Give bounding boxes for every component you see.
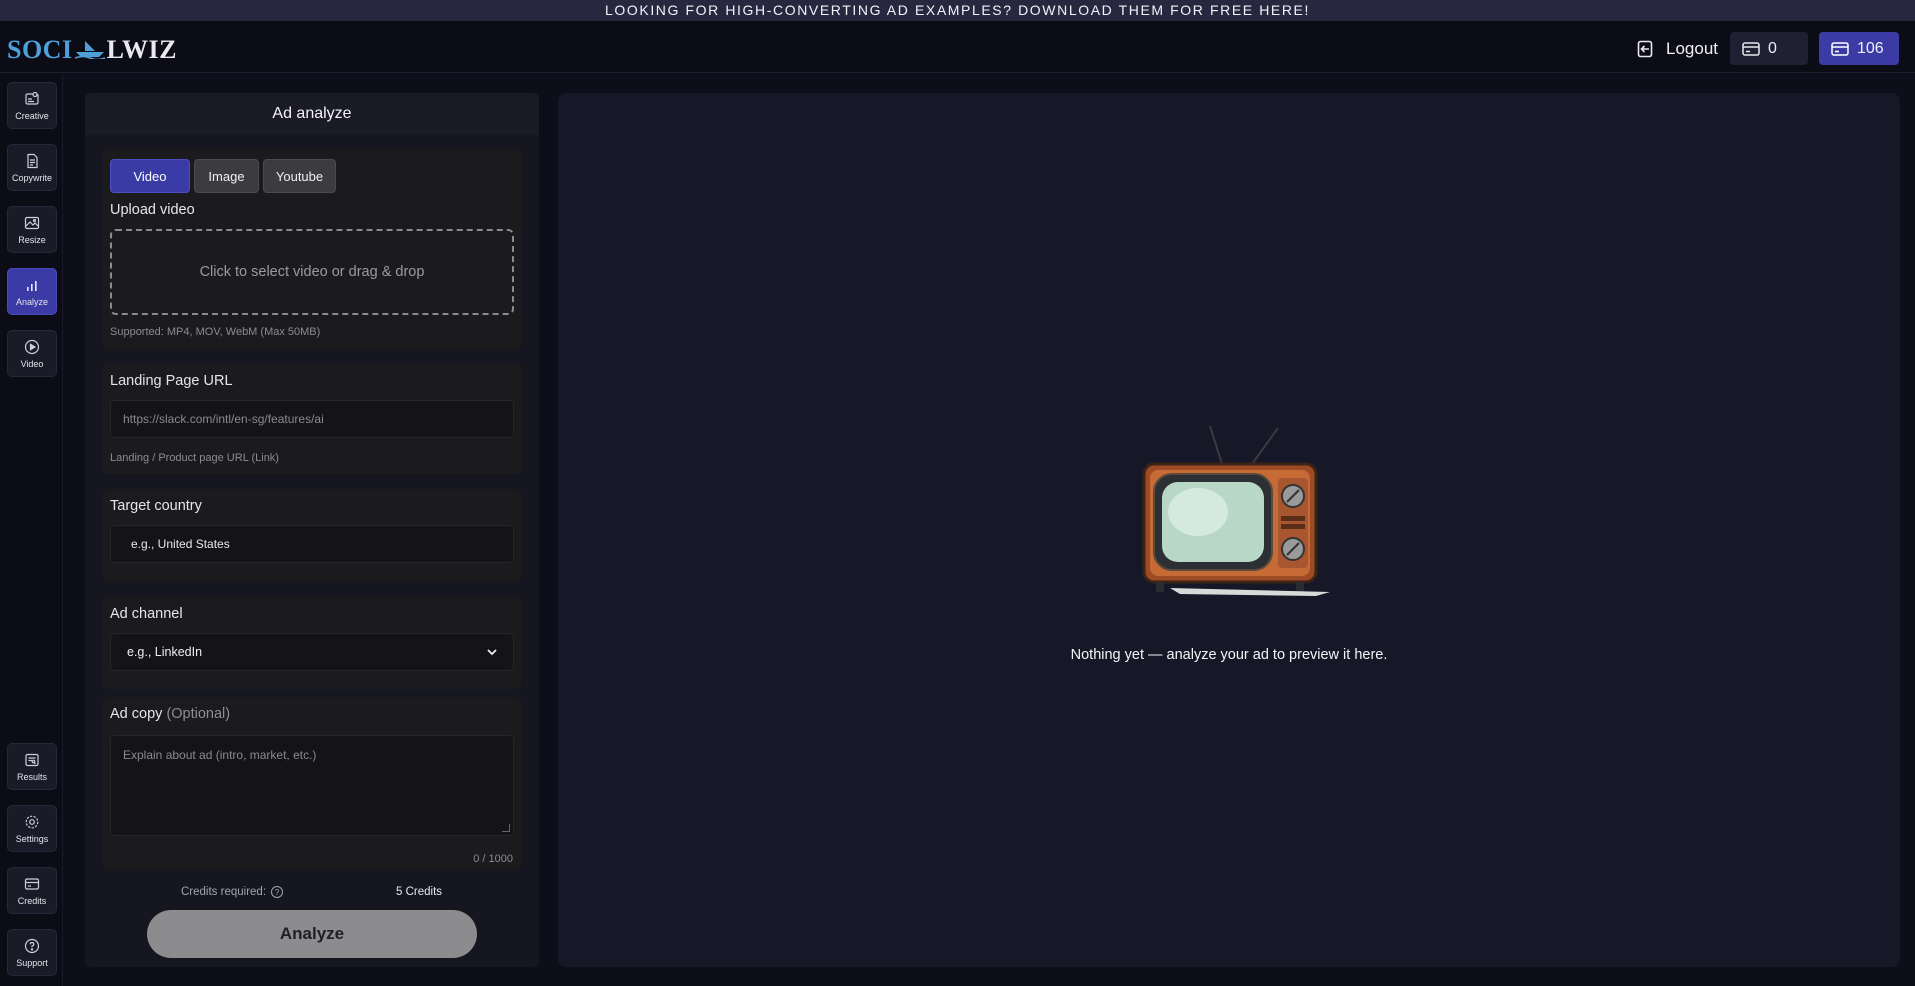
wallet-count: 0 (1768, 39, 1777, 57)
optional-tag: (Optional) (166, 706, 231, 722)
sidebar-item-support[interactable]: Support (7, 929, 57, 976)
landing-url-card: Landing Page URL Landing / Product page … (103, 364, 521, 474)
bar-chart-icon (27, 280, 37, 291)
sidebar-item-credits[interactable]: Credits (7, 867, 57, 914)
logout-button[interactable]: Logout (1636, 34, 1718, 64)
chevron-down-icon (487, 648, 497, 655)
gear-icon (25, 815, 39, 828)
landing-url-input[interactable] (110, 400, 514, 438)
logout-label: Logout (1666, 39, 1718, 58)
app-logo[interactable]: SOCI LWIZ (7, 35, 177, 65)
ad-channel-select[interactable]: e.g., LinkedIn (110, 633, 514, 671)
empty-preview-message: Nothing yet — analyze your ad to preview… (1070, 647, 1388, 663)
left-sidebar: Creative Copywrite Resize Analyze Video … (0, 74, 63, 986)
images-icon (24, 216, 40, 229)
help-icon (24, 938, 40, 953)
results-icon (25, 753, 39, 766)
sidebar-item-video[interactable]: Video (7, 330, 57, 377)
char-counter: 0 / 1000 (473, 853, 513, 865)
sidebar-item-analyze[interactable]: Analyze (7, 268, 57, 315)
credits-required-label: Credits required: (181, 886, 267, 898)
sidebar-item-resize[interactable]: Resize (7, 206, 57, 253)
sidebar-item-copywrite[interactable]: Copywrite (7, 144, 57, 191)
target-country-title: Target country (110, 498, 202, 514)
question-icon[interactable]: ? (271, 886, 284, 898)
upload-hint: Supported: MP4, MOV, WebM (Max 50MB) (110, 326, 321, 338)
card-icon (1831, 41, 1849, 56)
ad-channel-card: Ad channel e.g., LinkedIn (103, 597, 521, 689)
video-dropzone[interactable]: Click to select video or drag & drop (110, 229, 514, 315)
ad-channel-title: Ad channel (110, 606, 183, 622)
landing-url-title: Landing Page URL (110, 373, 233, 389)
panel-title: Ad analyze (85, 93, 539, 135)
credits-required-value: 5 Credits (396, 886, 443, 898)
credits-count: 106 (1857, 39, 1884, 57)
tab-video[interactable]: Video (110, 159, 190, 193)
retro-tv-illustration (1142, 425, 1330, 596)
promo-banner[interactable]: LOOKING FOR HIGH-CONVERTING AD EXAMPLES?… (0, 0, 1915, 21)
upload-title: Upload video (110, 202, 195, 218)
credits-balance-button[interactable]: 106 (1819, 32, 1899, 65)
ad-copy-title: Ad copy (Optional) (110, 706, 231, 722)
ad-copy-placeholder: Explain about ad (intro, market, etc.) (123, 748, 317, 762)
dropzone-prompt: Click to select video or drag & drop (199, 264, 425, 280)
top-header: SOCI LWIZ Logout 0 106 (0, 21, 1915, 73)
sidebar-item-results[interactable]: Results (7, 743, 57, 790)
wallet-balance-button[interactable]: 0 (1730, 32, 1808, 65)
ad-channel-value: e.g., LinkedIn (127, 645, 203, 659)
sidebar-item-creative[interactable]: Creative (7, 82, 57, 129)
play-circle-icon (24, 339, 40, 354)
credits-required: Credits required: ? (181, 886, 284, 898)
document-icon (27, 153, 38, 168)
target-country-input[interactable] (110, 525, 514, 563)
card-icon (1742, 41, 1760, 56)
tab-youtube[interactable]: Youtube (263, 159, 336, 193)
ad-copy-card: Ad copy (Optional) Explain about ad (int… (103, 697, 521, 869)
panel-footer: Credits required: ? 5 Credits Analyze (85, 875, 539, 967)
ad-analyze-panel: Ad analyze Video Image Youtube Upload vi… (85, 93, 539, 967)
creative-icon (25, 91, 39, 105)
sidebar-item-settings[interactable]: Settings (7, 805, 57, 852)
logo-ship-icon (74, 41, 105, 59)
landing-url-hint: Landing / Product page URL (Link) (110, 452, 279, 464)
target-country-card: Target country (103, 489, 521, 581)
analyze-button[interactable]: Analyze (147, 910, 477, 958)
resize-handle[interactable] (502, 824, 510, 832)
tab-image[interactable]: Image (194, 159, 259, 193)
upload-card: Video Image Youtube Upload video Click t… (103, 149, 521, 349)
logout-icon (1637, 40, 1653, 58)
credit-card-icon (24, 877, 40, 890)
ad-copy-textarea[interactable]: Explain about ad (intro, market, etc.) (110, 735, 514, 836)
